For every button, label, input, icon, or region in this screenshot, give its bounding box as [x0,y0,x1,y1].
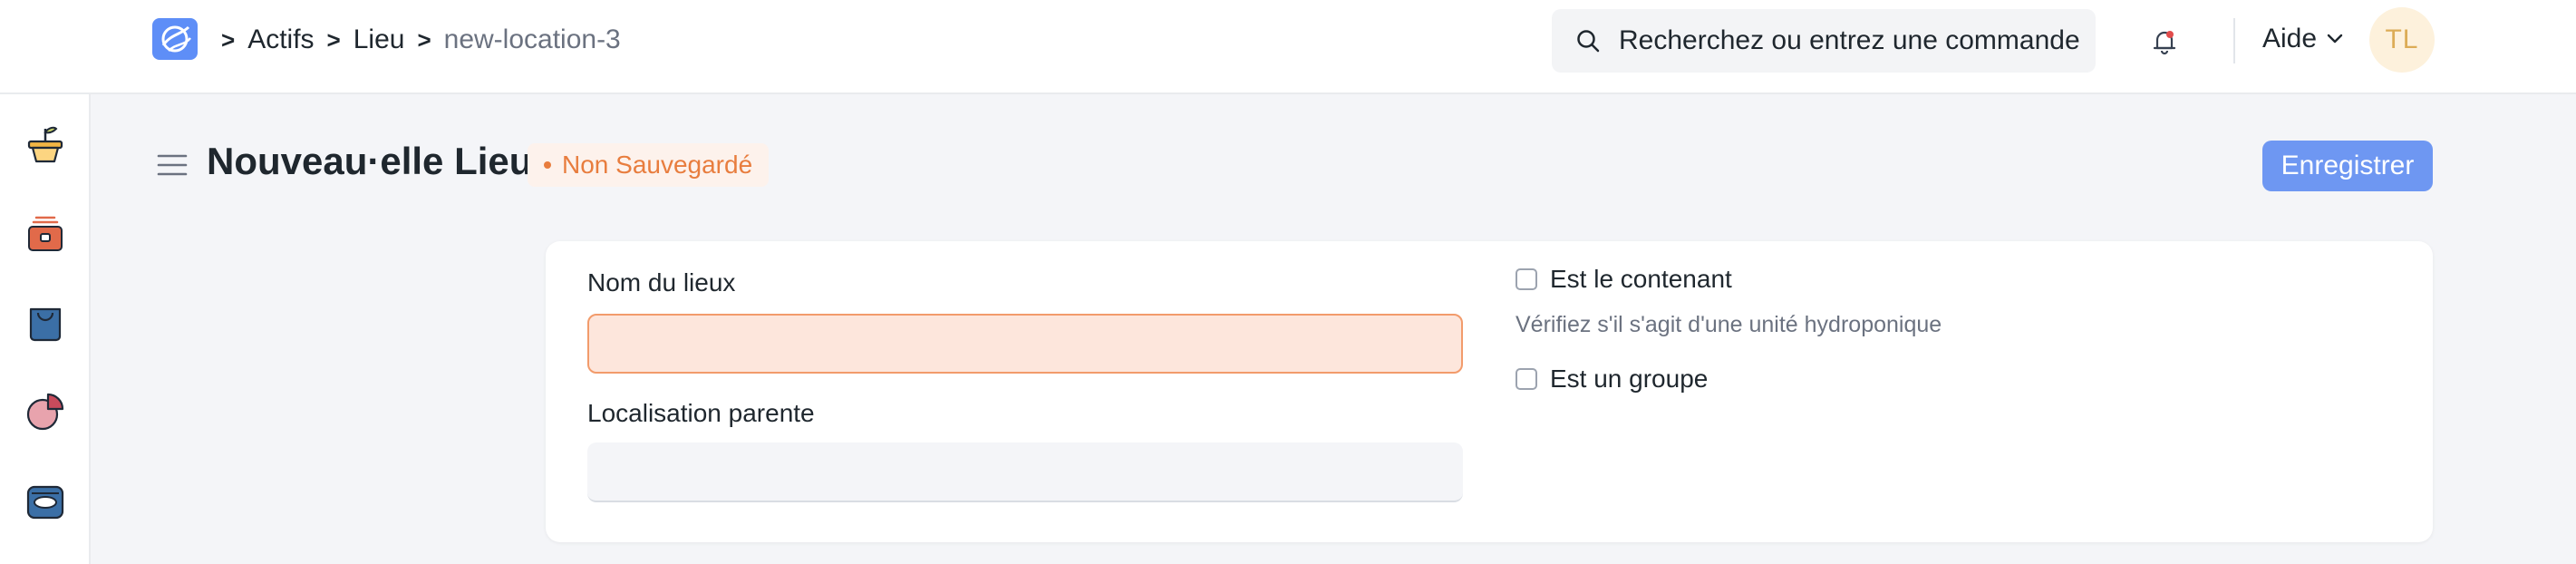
breadcrumb-separator: > [326,25,341,53]
status-label: Non Sauvegardé [562,151,753,179]
is-group-label: Est un groupe [1550,365,1709,393]
sidebar-item-tray[interactable] [24,481,67,524]
help-dropdown[interactable]: Aide [2262,24,2344,54]
breadcrumb-item-actifs[interactable]: Actifs [247,24,314,55]
page-title: Nouveau·elle Lieu [207,140,533,182]
user-avatar[interactable]: TL [2369,7,2435,73]
is-container-checkbox[interactable] [1516,268,1537,290]
plant-pot-icon [27,126,63,163]
save-button[interactable]: Enregistrer [2262,141,2433,191]
sidebar-item-assets[interactable] [24,212,67,256]
sidebar [0,94,91,564]
chevron-down-icon [2327,34,2343,44]
is-container-checkbox-row[interactable]: Est le contenant [1516,265,1732,294]
search-bar[interactable]: Recherchez ou entrez une commande [1552,9,2096,73]
location-name-label: Nom du lieux [587,268,736,297]
search-placeholder: Recherchez ou entrez une commande [1619,25,2080,55]
help-label: Aide [2262,24,2318,53]
sidebar-item-stock[interactable] [24,301,67,345]
stock-bag-icon [29,307,62,342]
tray-icon [26,485,64,520]
is-group-checkbox[interactable] [1516,368,1537,390]
sidebar-toggle-icon[interactable] [156,152,189,178]
location-name-input[interactable] [587,314,1463,374]
is-container-hint: Vérifiez s'il s'agit d'une unité hydropo… [1516,312,1942,337]
breadcrumb-separator: > [221,25,236,53]
breadcrumb-item-current: new-location-3 [443,24,621,54]
is-container-label: Est le contenant [1550,265,1732,293]
avatar-initials: TL [2385,24,2419,54]
breadcrumb-separator: > [417,25,431,53]
status-dot-icon [544,161,551,169]
sidebar-item-plant[interactable] [24,122,67,165]
notification-bell-icon[interactable] [2148,25,2181,58]
search-icon [1577,30,1600,53]
app-logo-icon[interactable] [152,18,198,60]
top-navbar: > Actifs > Lieu > new-location-3 Recherc… [0,0,2576,94]
navbar-divider [2233,18,2235,63]
form-card: Nom du lieux Localisation parente Est le… [546,241,2433,542]
parent-location-label: Localisation parente [587,399,815,427]
asset-box-icon [28,216,63,251]
is-group-checkbox-row[interactable]: Est un groupe [1516,365,1708,394]
status-badge: Non Sauvegardé [528,143,770,187]
breadcrumb: > Actifs > Lieu > new-location-3 [221,22,621,58]
sidebar-item-reports[interactable] [24,390,67,433]
parent-location-input[interactable] [587,442,1463,502]
pie-chart-icon [26,393,64,431]
breadcrumb-item-lieu[interactable]: Lieu [353,24,405,55]
